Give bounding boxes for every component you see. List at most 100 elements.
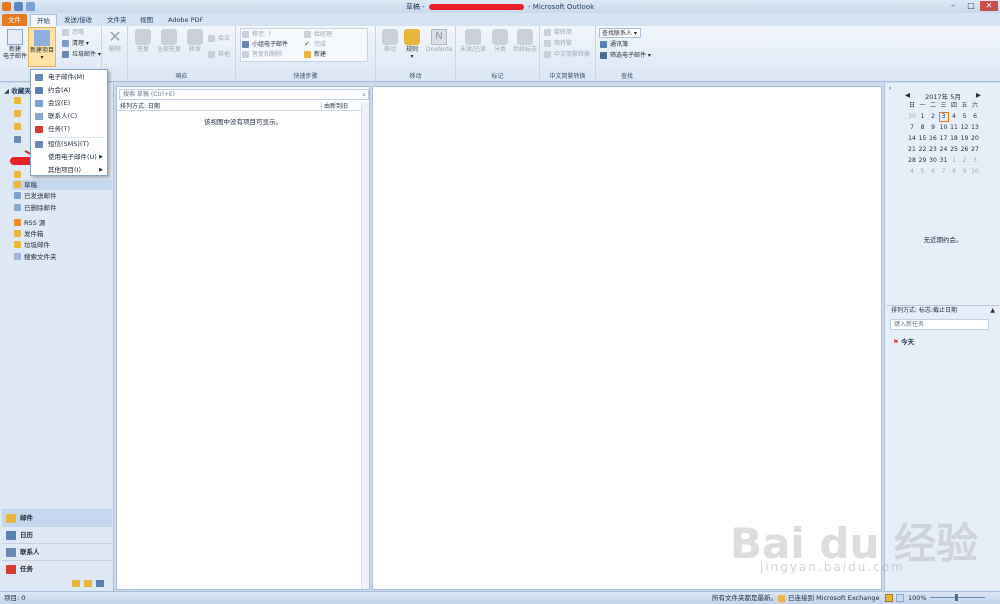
trad-to-simp-button[interactable]: 繁转简 — [544, 28, 572, 37]
calendar-day[interactable]: 7 — [907, 123, 917, 133]
calendar-day[interactable]: 4 — [907, 167, 917, 177]
move-button[interactable]: 移动 — [380, 29, 400, 53]
calendar-day[interactable]: 5 — [918, 167, 928, 177]
arrange-bar[interactable]: 排列方式: 日期 由新到旧 — [117, 102, 369, 111]
nav-calendar[interactable]: 日历 — [2, 526, 112, 543]
simp-to-trad-button[interactable]: 简转繁 — [544, 39, 572, 48]
qs-done[interactable]: ✔ 完成 — [304, 40, 326, 49]
tab-send-receive[interactable]: 发送/接收 — [58, 14, 98, 26]
calendar-day[interactable]: 31 — [939, 156, 949, 166]
arrange-by-label[interactable]: 排列方式: 日期 — [120, 103, 160, 110]
calendar-day[interactable]: 10 — [939, 123, 949, 133]
folder-junk[interactable]: 垃圾邮件 — [14, 240, 50, 250]
qs-team-email[interactable]: 小组电子邮件 — [242, 40, 288, 49]
folder-rss[interactable]: RSS 源 — [14, 218, 45, 228]
maximize-button[interactable]: □ — [962, 1, 980, 11]
calendar-day[interactable]: 7 — [939, 167, 949, 177]
categorize-button[interactable]: 分类 — [490, 29, 510, 53]
notes-icon[interactable] — [96, 580, 104, 587]
menu-item-sms[interactable]: 短信(SMS)(T) — [32, 138, 107, 151]
reading-view-icon[interactable] — [896, 594, 904, 602]
calendar-day[interactable]: 8 — [918, 123, 928, 133]
shortcuts-icon[interactable] — [84, 580, 92, 587]
fav-item-3[interactable] — [14, 122, 24, 132]
calendar-day[interactable]: 16 — [928, 134, 938, 144]
calendar-day[interactable]: 2 — [928, 112, 938, 122]
meeting-button[interactable]: 会议 — [208, 34, 230, 43]
menu-item-use-email[interactable]: 使用电子邮件(U) ▶ — [32, 151, 107, 164]
reply-button[interactable]: 答复 — [132, 29, 154, 53]
fav-item-1[interactable] — [14, 96, 24, 106]
calendar-day[interactable]: 1 — [949, 156, 959, 166]
ignore-button[interactable]: 忽略 — [62, 28, 84, 37]
favorites-header[interactable]: ◢ 收藏夹 — [4, 85, 31, 95]
folder-deleted[interactable]: 已删除邮件 — [14, 203, 57, 213]
followup-button[interactable]: 后续标志 — [512, 29, 538, 53]
list-scrollbar[interactable] — [361, 102, 369, 589]
normal-view-icon[interactable] — [885, 594, 893, 602]
folder-item[interactable] — [14, 170, 24, 180]
calendar-day[interactable]: 17 — [939, 134, 949, 144]
qs-reply-delete[interactable]: 答复和删除 — [242, 50, 282, 59]
calendar-day[interactable]: 26 — [960, 145, 970, 155]
qs-move-to[interactable]: 移至: ? — [242, 30, 271, 39]
tab-view[interactable]: 视图 — [134, 14, 159, 26]
calendar-day[interactable]: 18 — [949, 134, 959, 144]
calendar-day[interactable]: 4 — [949, 112, 959, 122]
menu-item-email[interactable]: 电子邮件(M) — [32, 71, 107, 84]
nav-contacts[interactable]: 联系人 — [2, 543, 112, 560]
folder-sent[interactable]: 已发送邮件 — [14, 191, 57, 201]
calendar-day[interactable]: 6 — [928, 167, 938, 177]
nav-tasks[interactable]: 任务 — [2, 560, 112, 577]
calendar-day[interactable]: 21 — [907, 145, 917, 155]
menu-item-appointment[interactable]: 约会(A) — [32, 84, 107, 97]
calendar-day[interactable]: 10 — [970, 167, 980, 177]
new-task-input[interactable]: 键入新任务 — [890, 319, 989, 330]
qs-new[interactable]: 新建 — [304, 50, 326, 59]
tab-file[interactable]: 文件 — [2, 14, 27, 26]
calendar-day[interactable]: 20 — [970, 134, 980, 144]
tab-folder[interactable]: 文件夹 — [101, 14, 133, 26]
calendar-day[interactable]: 13 — [970, 123, 980, 133]
calendar-day[interactable]: 19 — [960, 134, 970, 144]
calendar-day[interactable]: 25 — [949, 145, 959, 155]
calendar-day[interactable]: 3 — [970, 156, 980, 166]
calendar-day[interactable]: 30 — [928, 156, 938, 166]
cleanup-button[interactable]: 清理 ▾ — [62, 39, 89, 48]
delete-button[interactable]: ✕ 删除 — [106, 29, 124, 54]
filter-email-button[interactable]: 筛选电子邮件 ▾ — [600, 51, 651, 60]
folder-list-icon[interactable] — [72, 580, 80, 587]
calendar-day[interactable]: 9 — [960, 167, 970, 177]
zoom-slider-thumb[interactable] — [955, 594, 958, 601]
find-contact-input[interactable]: 查找联系人 ▾ — [599, 28, 641, 38]
new-email-button[interactable]: 新建 电子邮件 — [2, 29, 28, 60]
rules-button[interactable]: 规则 ▾ — [402, 29, 422, 60]
tab-adobe-pdf[interactable]: Adobe PDF — [162, 14, 209, 26]
search-input[interactable]: 搜索 草稿 (Ctrl+E) ⌕ — [119, 89, 369, 100]
prev-month-icon[interactable]: ◀ — [905, 91, 910, 99]
calendar-day[interactable]: 23 — [928, 145, 938, 155]
calendar-day[interactable]: 3 — [938, 112, 949, 122]
onenote-button[interactable]: N OneNote — [424, 29, 454, 53]
calendar-day[interactable]: 1 — [918, 112, 928, 122]
qs-to-manager[interactable]: 给经理 — [304, 30, 332, 39]
calendar-day[interactable]: 22 — [918, 145, 928, 155]
menu-item-task[interactable]: 任务(T) — [32, 123, 107, 136]
calendar-day[interactable]: 28 — [907, 156, 917, 166]
reply-all-button[interactable]: 全部答复 — [156, 29, 182, 53]
search-icon[interactable]: ⌕ — [362, 90, 366, 100]
calendar-day[interactable]: 5 — [960, 112, 970, 122]
tab-home[interactable]: 开始 — [30, 14, 57, 26]
fav-item-4[interactable] — [14, 135, 24, 145]
calendar-day[interactable]: 24 — [939, 145, 949, 155]
calendar-day[interactable]: 11 — [949, 123, 959, 133]
folder-search[interactable]: 搜索文件夹 — [14, 252, 57, 262]
today-group-header[interactable]: ⚑ 今天 — [893, 336, 914, 346]
calendar-day[interactable]: 2 — [960, 156, 970, 166]
calendar-day[interactable]: 14 — [907, 134, 917, 144]
unread-read-button[interactable]: 未读/已读 — [458, 29, 488, 53]
chinese-conversion-button[interactable]: 中文简繁转换 — [544, 50, 590, 59]
calendar-day[interactable]: 15 — [918, 134, 928, 144]
junk-button[interactable]: 垃圾邮件 ▾ — [62, 50, 101, 59]
minimize-button[interactable]: – — [944, 1, 962, 11]
